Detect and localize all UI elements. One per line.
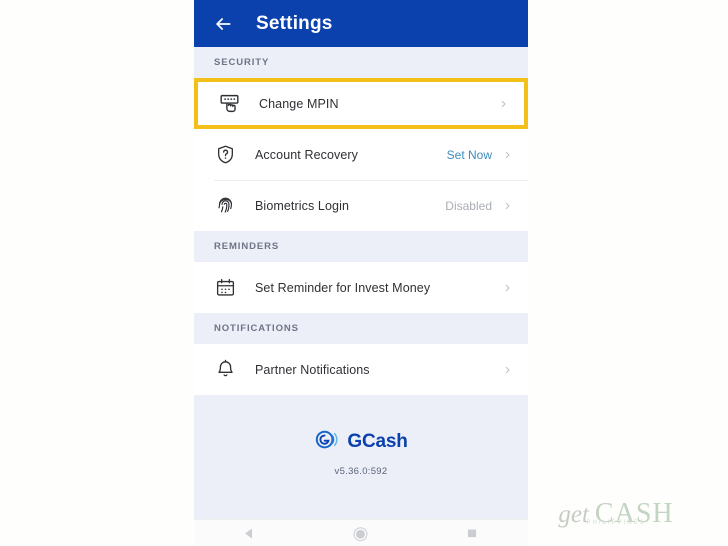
section-header-reminders: REMINDERS [194,231,528,262]
row-label: Set Reminder for Invest Money [255,280,431,295]
brand-name: GCash [347,431,408,452]
chevron-right-icon [502,199,512,213]
pin-keypad-icon [218,93,240,115]
row-partner-notifications[interactable]: Partner Notifications [194,344,528,395]
row-label: Partner Notifications [255,362,370,377]
section-label: REMINDERS [214,241,280,252]
security-rows: Account Recovery Set Now Biometrics Logi… [194,129,528,231]
shield-question-icon [214,144,236,166]
watermark-subtitle: PHILIPPINES [586,520,646,526]
page-background: Settings SECURITY Change MPIN Account Re… [0,0,728,546]
android-recents-icon [468,529,477,538]
section-label: NOTIFICATIONS [214,323,299,334]
page-title: Settings [256,12,333,34]
reminders-rows: Set Reminder for Invest Money [194,262,528,313]
back-button[interactable] [208,9,238,39]
app-bar: Settings [194,0,528,47]
android-back-button[interactable] [229,520,271,546]
row-label: Biometrics Login [255,198,350,213]
android-home-icon [354,526,368,541]
bell-icon [214,359,236,381]
android-recents-button[interactable] [451,520,493,546]
gcash-logo-icon [314,427,339,457]
row-label: Change MPIN [259,96,339,111]
fingerprint-icon [214,195,236,217]
android-navigation-bar [194,519,528,546]
android-back-icon [245,528,253,538]
row-account-recovery[interactable]: Account Recovery Set Now [194,129,528,180]
chevron-right-icon [502,281,512,295]
row-value-set-now[interactable]: Set Now [447,148,492,162]
row-label: Account Recovery [255,147,359,162]
calendar-icon [214,277,236,299]
android-home-button[interactable] [340,520,382,546]
arrow-left-icon [216,17,231,30]
watermark-word-get: get [558,501,589,528]
section-header-notifications: NOTIFICATIONS [194,313,528,344]
row-change-mpin[interactable]: Change MPIN [198,82,524,125]
section-header-security: SECURITY [194,47,528,78]
brand-footer: GCash v5.36.0:592 [194,395,528,519]
chevron-right-icon [502,148,512,162]
notifications-rows: Partner Notifications [194,344,528,395]
row-biometrics-login[interactable]: Biometrics Login Disabled [194,180,528,231]
chevron-right-icon [498,97,508,111]
row-set-reminder-invest-money[interactable]: Set Reminder for Invest Money [194,262,528,313]
app-version: v5.36.0:592 [334,466,388,477]
section-label: SECURITY [214,57,270,68]
chevron-right-icon [502,363,512,377]
change-mpin-highlight: Change MPIN [194,78,528,129]
row-value-biometrics-status: Disabled [445,198,492,213]
watermark-word-cash: CASH [594,498,674,529]
phone-screen: Settings SECURITY Change MPIN Account Re… [194,0,528,546]
watermark: get CASH PHILIPPINES [512,488,720,540]
